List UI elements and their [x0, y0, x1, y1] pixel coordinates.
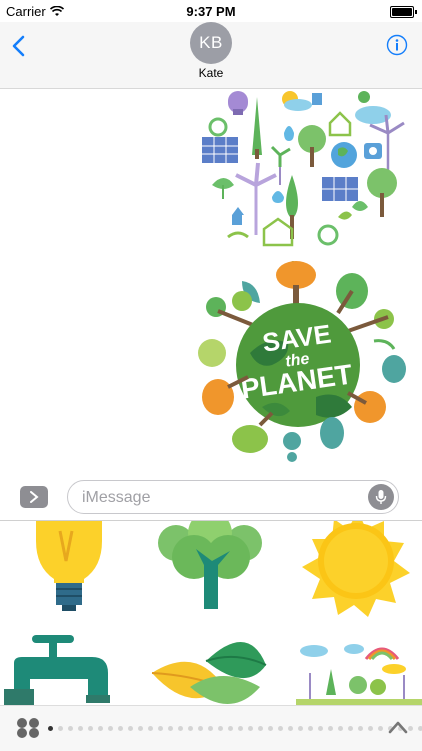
microphone-icon [375, 490, 387, 504]
chevron-up-icon[interactable] [388, 718, 408, 736]
avatar[interactable]: KB [190, 22, 232, 64]
page-dot[interactable] [88, 726, 93, 731]
page-dot[interactable] [128, 726, 133, 731]
page-dot[interactable] [58, 726, 63, 731]
page-dot[interactable] [178, 726, 183, 731]
message-thread: SAVE the PLANET [0, 89, 422, 469]
page-dot[interactable] [278, 726, 283, 731]
battery-icon [390, 6, 417, 18]
page-dot[interactable] [328, 726, 333, 731]
page-dot[interactable] [258, 726, 263, 731]
page-dot[interactable] [48, 726, 53, 731]
chevron-right-icon [30, 491, 39, 503]
page-dot[interactable] [268, 726, 273, 731]
page-dot[interactable] [338, 726, 343, 731]
conversation-header: KB Kate [0, 22, 422, 89]
eco-icons-sticker[interactable] [198, 89, 410, 249]
back-chevron-icon[interactable] [8, 34, 32, 58]
page-dot[interactable] [68, 726, 73, 731]
page-dot[interactable] [298, 726, 303, 731]
tree-sticker[interactable] [146, 521, 276, 621]
clock: 9:37 PM [186, 4, 236, 19]
landscape-sticker[interactable] [296, 629, 422, 705]
sticker-drawer [0, 521, 422, 705]
save-the-planet-sticker[interactable]: SAVE the PLANET [198, 257, 410, 467]
status-bar: Carrier 9:37 PM [0, 0, 422, 22]
page-dot[interactable] [118, 726, 123, 731]
page-dot[interactable] [248, 726, 253, 731]
compose-bar [0, 470, 422, 521]
page-dot[interactable] [78, 726, 83, 731]
page-dot[interactable] [348, 726, 353, 731]
water-tap-sticker[interactable] [4, 629, 134, 705]
leaves-sticker[interactable] [150, 629, 280, 705]
page-dot[interactable] [378, 726, 383, 731]
lightbulb-sticker[interactable] [4, 521, 134, 621]
page-dot[interactable] [418, 726, 422, 731]
page-dot[interactable] [218, 726, 223, 731]
page-dot[interactable] [228, 726, 233, 731]
dictation-button[interactable] [368, 484, 394, 510]
page-dot[interactable] [238, 726, 243, 731]
page-dot[interactable] [158, 726, 163, 731]
expand-apps-button[interactable] [20, 486, 48, 508]
page-dot[interactable] [108, 726, 113, 731]
contact-name[interactable]: Kate [0, 66, 422, 80]
page-dot[interactable] [358, 726, 363, 731]
page-dot[interactable] [408, 726, 413, 731]
page-dot[interactable] [288, 726, 293, 731]
page-dots[interactable] [48, 726, 422, 731]
page-dot[interactable] [308, 726, 313, 731]
page-dot[interactable] [368, 726, 373, 731]
app-store-icon[interactable] [14, 716, 44, 740]
page-dot[interactable] [208, 726, 213, 731]
page-dot[interactable] [318, 726, 323, 731]
message-field[interactable] [67, 480, 399, 514]
sun-sticker[interactable] [292, 521, 422, 621]
page-dot[interactable] [98, 726, 103, 731]
page-dot[interactable] [138, 726, 143, 731]
message-input[interactable] [80, 487, 364, 509]
page-dot[interactable] [168, 726, 173, 731]
page-dot[interactable] [148, 726, 153, 731]
page-dot[interactable] [198, 726, 203, 731]
app-drawer-pager [0, 705, 422, 751]
info-icon[interactable] [386, 34, 408, 56]
page-dot[interactable] [188, 726, 193, 731]
